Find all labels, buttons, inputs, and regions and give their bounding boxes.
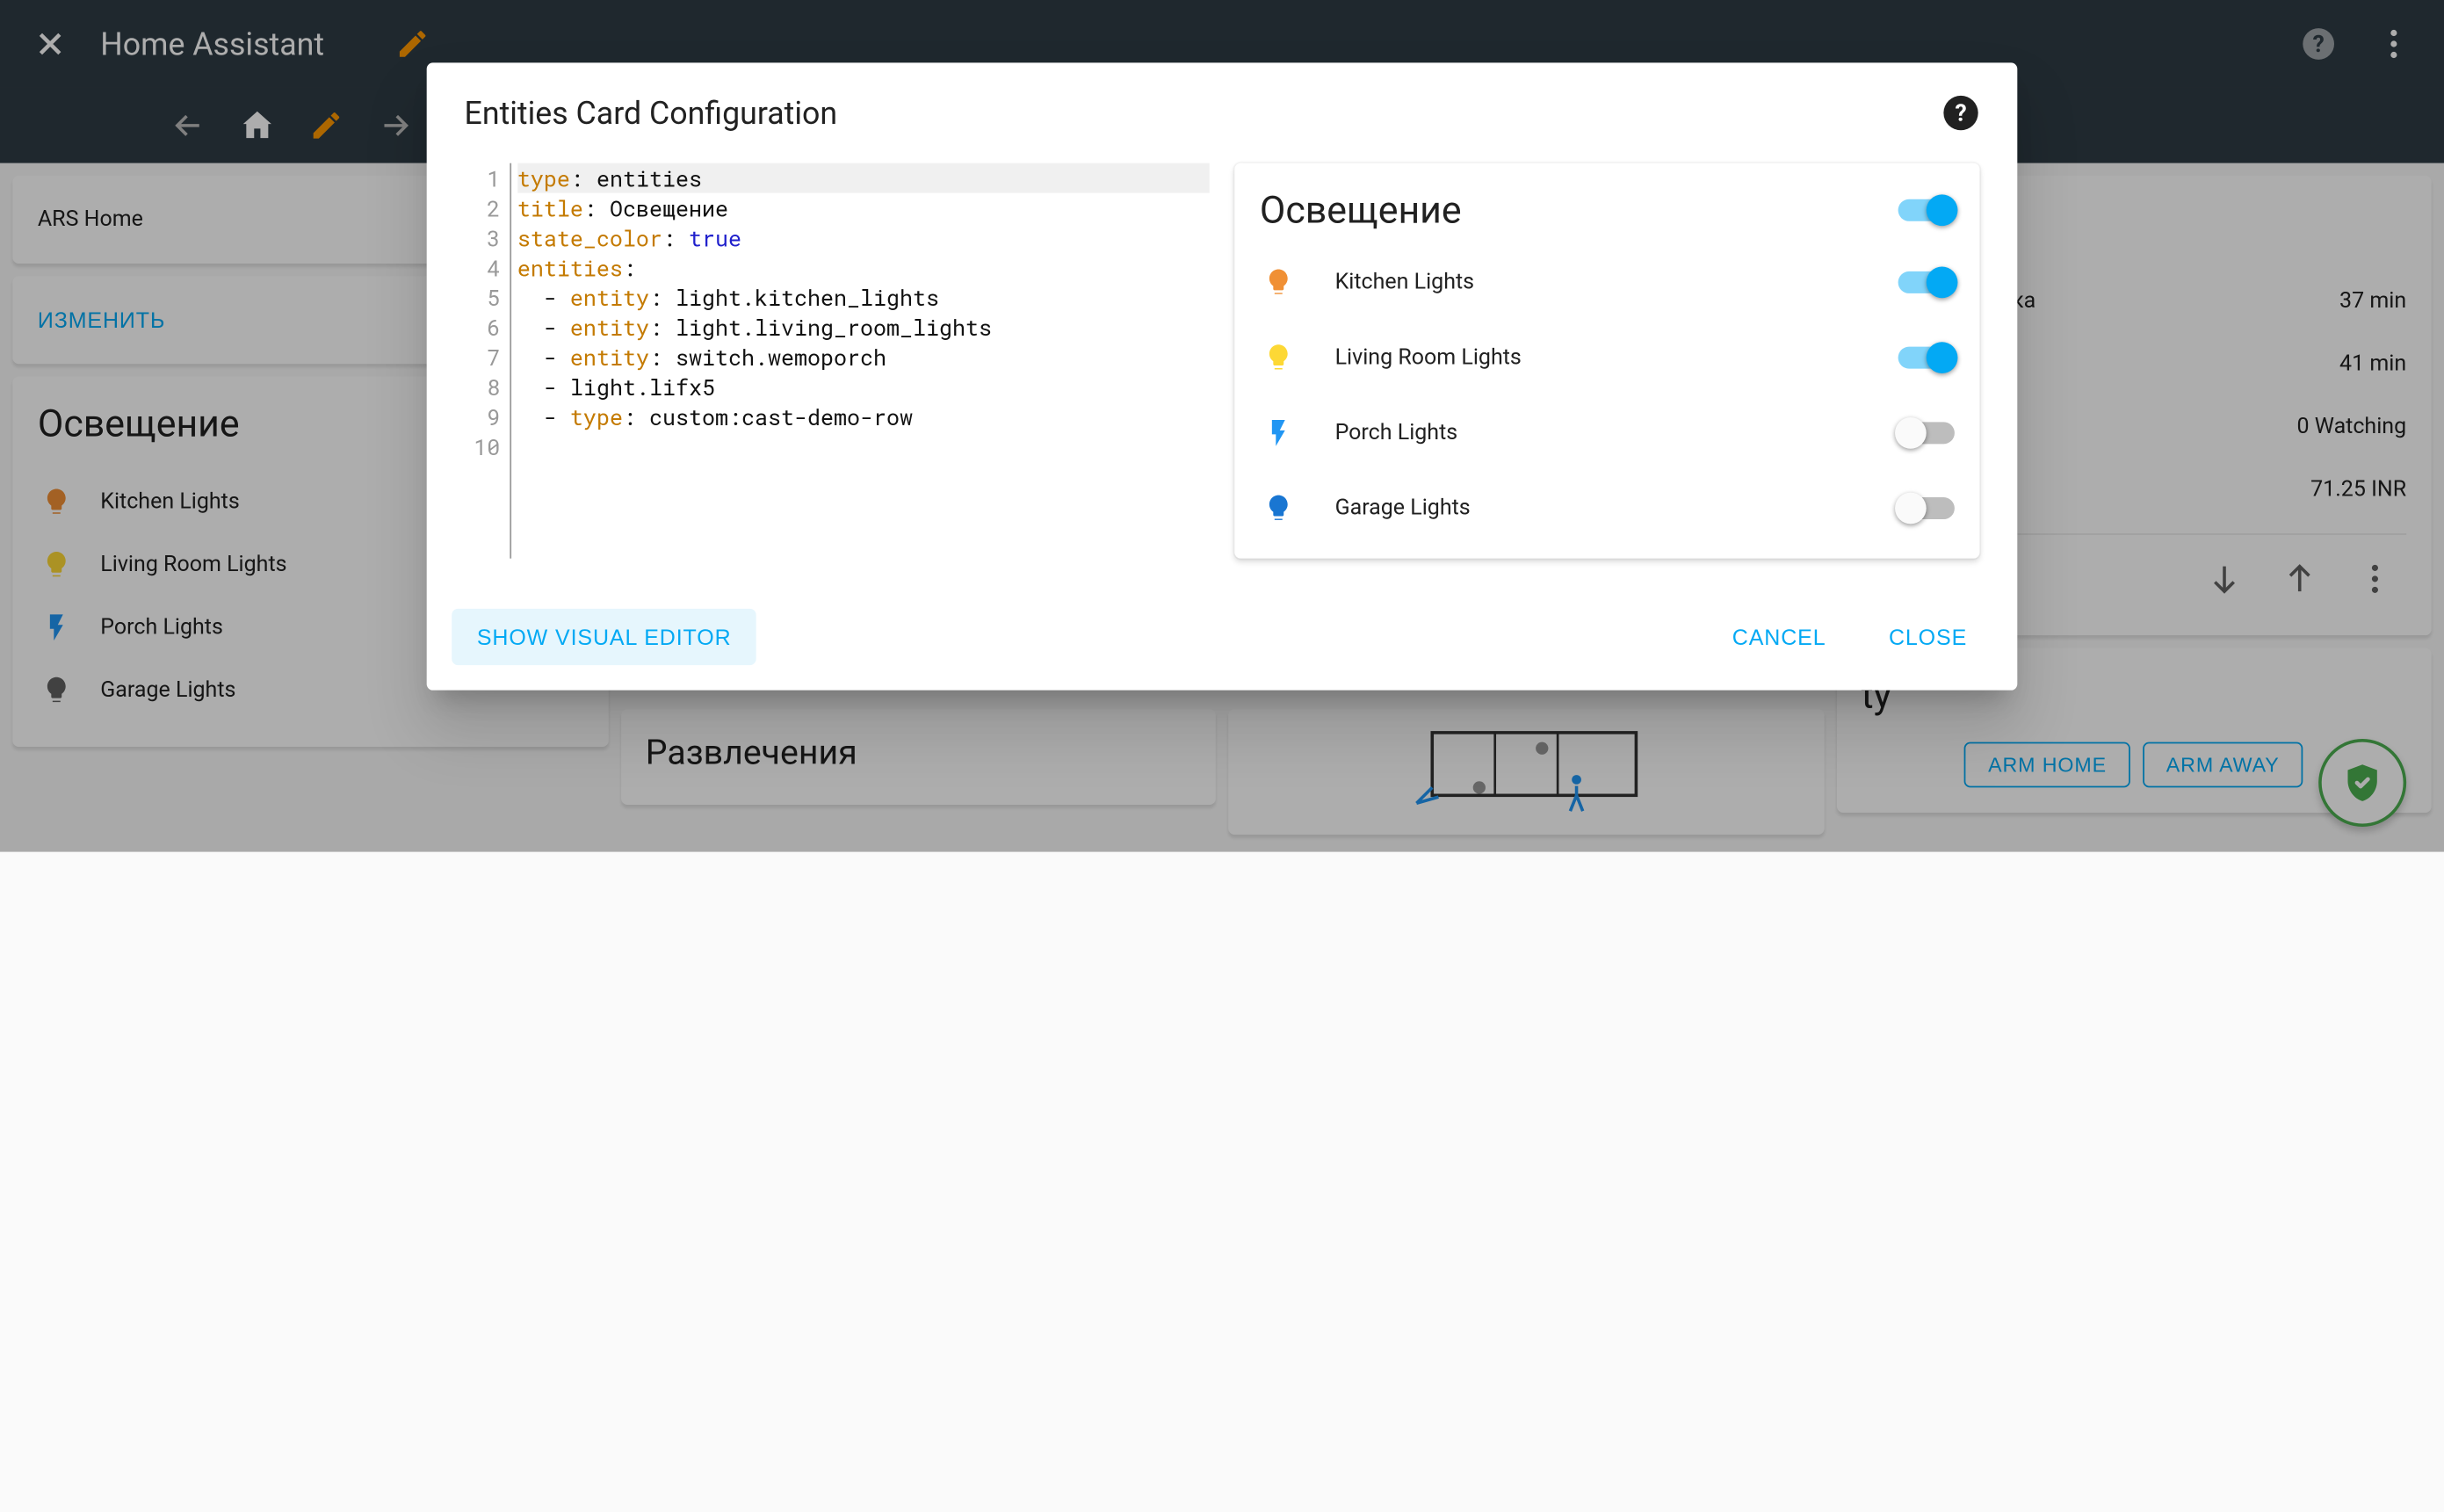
preview-entity-row: Garage Lights xyxy=(1260,471,1955,546)
entity-label: Kitchen Lights xyxy=(1335,270,1861,295)
cancel-button[interactable]: Cancel xyxy=(1707,609,1851,665)
code-line[interactable]: - entity: switch.wemoporch xyxy=(517,342,1210,372)
entity-label: Porch Lights xyxy=(1335,421,1861,446)
show-visual-editor-button[interactable]: Show Visual Editor xyxy=(452,609,756,665)
code-line[interactable]: - entity: light.kitchen_lights xyxy=(517,282,1210,312)
yaml-editor[interactable]: 12345678910 type: entitiestitle: Освещен… xyxy=(465,163,1210,559)
preview-title: Освещение xyxy=(1260,188,1462,232)
preview-entity-row: Porch Lights xyxy=(1260,395,1955,471)
code-line[interactable]: - entity: light.living_room_lights xyxy=(517,312,1210,342)
card-config-dialog: Entities Card Configuration ? 1234567891… xyxy=(427,62,2018,690)
master-toggle[interactable] xyxy=(1898,199,1955,221)
svg-text:?: ? xyxy=(1955,98,1966,127)
close-button-dialog[interactable]: Close xyxy=(1863,609,1992,665)
dialog-help-button[interactable]: ? xyxy=(1942,94,1980,132)
lightbulb-icon xyxy=(1260,493,1298,524)
entity-toggle[interactable] xyxy=(1898,497,1955,519)
flash-icon xyxy=(1260,417,1298,449)
entity-label: Garage Lights xyxy=(1335,496,1861,521)
entity-label: Living Room Lights xyxy=(1335,345,1861,371)
card-preview: Освещение Kitchen Lights Living Room Lig… xyxy=(1234,163,1979,559)
code-line[interactable]: - light.lifx5 xyxy=(517,372,1210,402)
entity-toggle[interactable] xyxy=(1898,271,1955,293)
dialog-title: Entities Card Configuration xyxy=(465,94,838,132)
code-line[interactable]: title: Освещение xyxy=(517,193,1210,223)
modal-overlay[interactable]: Entities Card Configuration ? 1234567891… xyxy=(0,0,2444,852)
entity-toggle[interactable] xyxy=(1898,422,1955,444)
code-line[interactable]: - type: custom:cast-demo-row xyxy=(517,402,1210,431)
code-line[interactable]: entities: xyxy=(517,252,1210,282)
entity-toggle[interactable] xyxy=(1898,347,1955,369)
code-line[interactable]: state_color: true xyxy=(517,223,1210,253)
preview-entity-row: Kitchen Lights xyxy=(1260,245,1955,321)
lightbulb-icon xyxy=(1260,342,1298,373)
preview-entity-row: Living Room Lights xyxy=(1260,320,1955,395)
code-line[interactable]: type: entities xyxy=(517,163,1210,193)
lightbulb-icon xyxy=(1260,267,1298,299)
